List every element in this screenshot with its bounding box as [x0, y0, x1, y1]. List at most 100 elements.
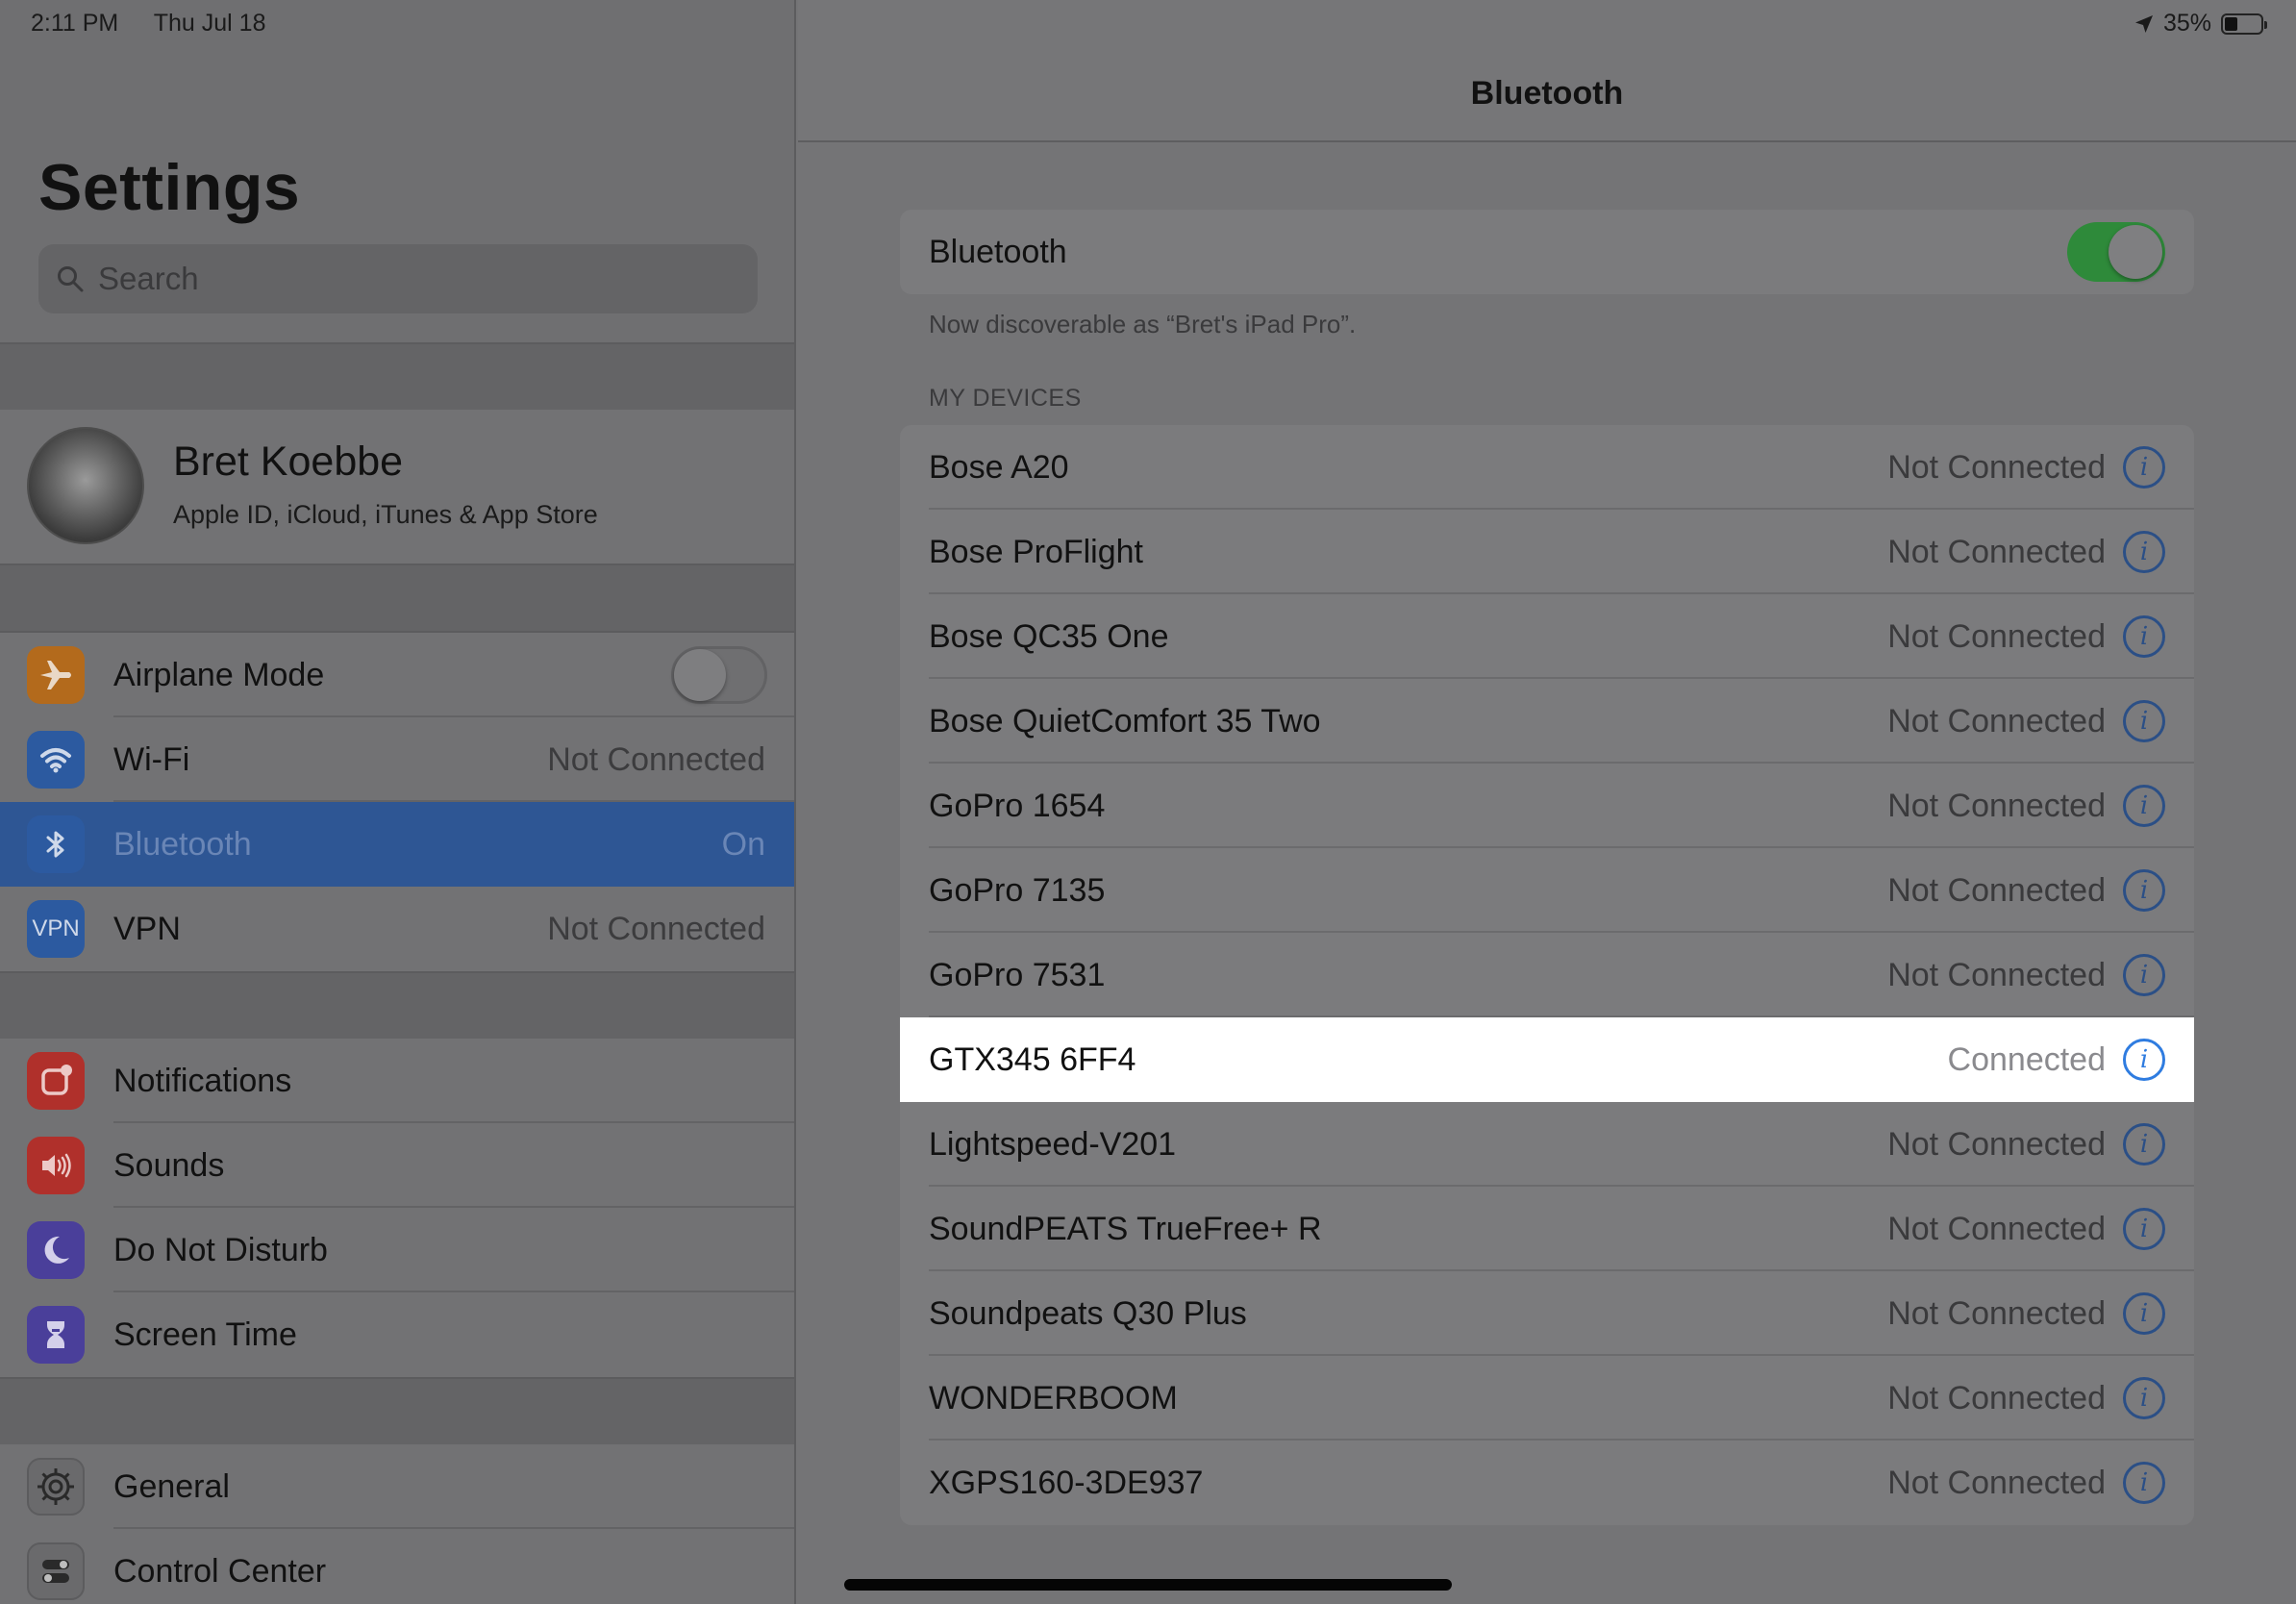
- search-input[interactable]: [98, 261, 713, 297]
- settings-sidebar: Settings Bret Koebbe Apple ID, iCloud, i…: [0, 0, 796, 1604]
- toggle-knob: [2109, 225, 2162, 279]
- home-indicator[interactable]: [844, 1579, 1452, 1591]
- bluetooth-detail-pane: Bluetooth Bluetooth Now discoverable as …: [798, 0, 2296, 1604]
- sidebar-item-notifications[interactable]: Notifications: [0, 1039, 794, 1123]
- info-icon[interactable]: i: [2123, 1039, 2165, 1081]
- bluetooth-toggle-row: Bluetooth: [900, 210, 2194, 294]
- device-row[interactable]: Bose QC35 One Not Connected i: [900, 594, 2194, 679]
- device-row[interactable]: XGPS160-3DE937 Not Connected i: [900, 1441, 2194, 1525]
- sidebar-item-value: On: [721, 825, 765, 863]
- info-icon[interactable]: i: [2123, 869, 2165, 912]
- battery-percent: 35%: [2162, 10, 2211, 37]
- my-devices-header: MY DEVICES: [929, 385, 1082, 412]
- switches-icon: [27, 1542, 85, 1600]
- sidebar-item-label: Control Center: [113, 1552, 327, 1590]
- sidebar-item-vpn[interactable]: VPN VPN Not Connected: [0, 887, 794, 971]
- info-icon[interactable]: i: [2123, 785, 2165, 827]
- bluetooth-icon: [27, 815, 85, 873]
- page-title: Bluetooth: [1470, 75, 1624, 112]
- device-row[interactable]: GTX345 6FF4 Connected i: [900, 1017, 2194, 1102]
- device-row[interactable]: Bose A20 Not Connected i: [900, 425, 2194, 510]
- device-name: GoPro 1654: [929, 787, 1106, 824]
- profile-subtitle: Apple ID, iCloud, iTunes & App Store: [173, 500, 598, 529]
- sidebar-item-airplane-mode[interactable]: Airplane Mode: [0, 633, 794, 717]
- sidebar-item-control-center[interactable]: Control Center: [0, 1529, 794, 1604]
- bluetooth-label: Bluetooth: [929, 233, 1067, 270]
- separator-band: [0, 1377, 794, 1446]
- device-name: Bose QuietComfort 35 Two: [929, 702, 1321, 739]
- device-row[interactable]: Soundpeats Q30 Plus Not Connected i: [900, 1271, 2194, 1356]
- info-icon[interactable]: i: [2123, 700, 2165, 742]
- device-status: Not Connected: [1887, 1210, 2106, 1247]
- device-status: Not Connected: [1887, 787, 2106, 824]
- status-date: Thu Jul 18: [153, 10, 266, 37]
- info-icon[interactable]: i: [2123, 1462, 2165, 1504]
- sidebar-item-label: Do Not Disturb: [113, 1231, 328, 1268]
- devices-list: Bose A20 Not Connected i Bose ProFlight Not …: [900, 425, 2194, 1525]
- device-row[interactable]: GoPro 1654 Not Connected i: [900, 764, 2194, 848]
- battery-icon: [2221, 13, 2267, 35]
- info-icon[interactable]: i: [2123, 615, 2165, 658]
- device-name: Lightspeed-V201: [929, 1125, 1177, 1163]
- device-name: GoPro 7531: [929, 956, 1106, 993]
- device-row[interactable]: GoPro 7135 Not Connected i: [900, 848, 2194, 933]
- sidebar-item-do-not-disturb[interactable]: Do Not Disturb: [0, 1208, 794, 1292]
- wifi-icon: [27, 731, 85, 789]
- sidebar-item-screen-time[interactable]: Screen Time: [0, 1292, 794, 1377]
- sounds-icon: [27, 1137, 85, 1194]
- bluetooth-toggle[interactable]: [2067, 222, 2165, 282]
- device-status: Not Connected: [1887, 533, 2106, 570]
- device-status: Not Connected: [1887, 1464, 2106, 1501]
- device-name: SoundPEATS TrueFree+ R: [929, 1210, 1322, 1247]
- search-field[interactable]: [38, 244, 758, 313]
- moon-icon: [27, 1221, 85, 1279]
- apple-id-profile[interactable]: Bret Koebbe Apple ID, iCloud, iTunes & A…: [0, 410, 794, 565]
- sidebar-title: Settings: [38, 151, 301, 224]
- device-row[interactable]: Lightspeed-V201 Not Connected i: [900, 1102, 2194, 1187]
- device-status: Not Connected: [1887, 702, 2106, 739]
- device-row[interactable]: SoundPEATS TrueFree+ R Not Connected i: [900, 1187, 2194, 1271]
- sidebar-item-label: Airplane Mode: [113, 656, 325, 693]
- sidebar-item-general[interactable]: General: [0, 1444, 794, 1529]
- info-icon[interactable]: i: [2123, 446, 2165, 489]
- device-name: GoPro 7135: [929, 871, 1106, 909]
- device-status: Connected: [1947, 1040, 2106, 1078]
- avatar: [27, 427, 144, 544]
- profile-name: Bret Koebbe: [173, 439, 404, 485]
- gear-icon: [27, 1458, 85, 1516]
- connectivity-group: Airplane Mode Wi-Fi Not Connected Blueto…: [0, 633, 794, 971]
- info-icon[interactable]: i: [2123, 1208, 2165, 1250]
- toggle-knob: [674, 649, 726, 701]
- device-name: GTX345 6FF4: [929, 1040, 1136, 1078]
- sidebar-item-label: Bluetooth: [113, 825, 252, 863]
- device-row[interactable]: WONDERBOOM Not Connected i: [900, 1356, 2194, 1441]
- info-icon[interactable]: i: [2123, 954, 2165, 996]
- device-name: Bose A20: [929, 448, 1069, 486]
- device-status: Not Connected: [1887, 617, 2106, 655]
- device-status: Not Connected: [1887, 1379, 2106, 1416]
- vpn-badge-text: VPN: [32, 915, 80, 941]
- sidebar-item-label: General: [113, 1467, 230, 1505]
- notifications-icon: [27, 1052, 85, 1110]
- search-icon: [58, 266, 84, 292]
- device-name: XGPS160-3DE937: [929, 1464, 1204, 1501]
- info-icon[interactable]: i: [2123, 1292, 2165, 1335]
- info-icon[interactable]: i: [2123, 1123, 2165, 1165]
- device-name: Bose QC35 One: [929, 617, 1169, 655]
- info-icon[interactable]: i: [2123, 1377, 2165, 1419]
- sidebar-item-wifi[interactable]: Wi-Fi Not Connected: [0, 717, 794, 802]
- sidebar-item-label: Wi-Fi: [113, 740, 190, 778]
- sidebar-item-value: Not Connected: [547, 910, 765, 947]
- device-row[interactable]: Bose QuietComfort 35 Two Not Connected i: [900, 679, 2194, 764]
- sidebar-item-bluetooth[interactable]: Bluetooth On: [0, 802, 794, 887]
- battery-fill: [2225, 16, 2237, 31]
- device-row[interactable]: GoPro 7531 Not Connected i: [900, 933, 2194, 1017]
- hourglass-icon: [27, 1306, 85, 1364]
- airplane-mode-toggle[interactable]: [671, 646, 767, 704]
- device-row[interactable]: Bose ProFlight Not Connected i: [900, 510, 2194, 594]
- bluetooth-toggle-card: Bluetooth: [900, 210, 2194, 294]
- sidebar-item-label: Notifications: [113, 1062, 292, 1099]
- sidebar-item-sounds[interactable]: Sounds: [0, 1123, 794, 1208]
- status-bar: 2:11 PM Thu Jul 18 35%: [0, 0, 2296, 44]
- info-icon[interactable]: i: [2123, 531, 2165, 573]
